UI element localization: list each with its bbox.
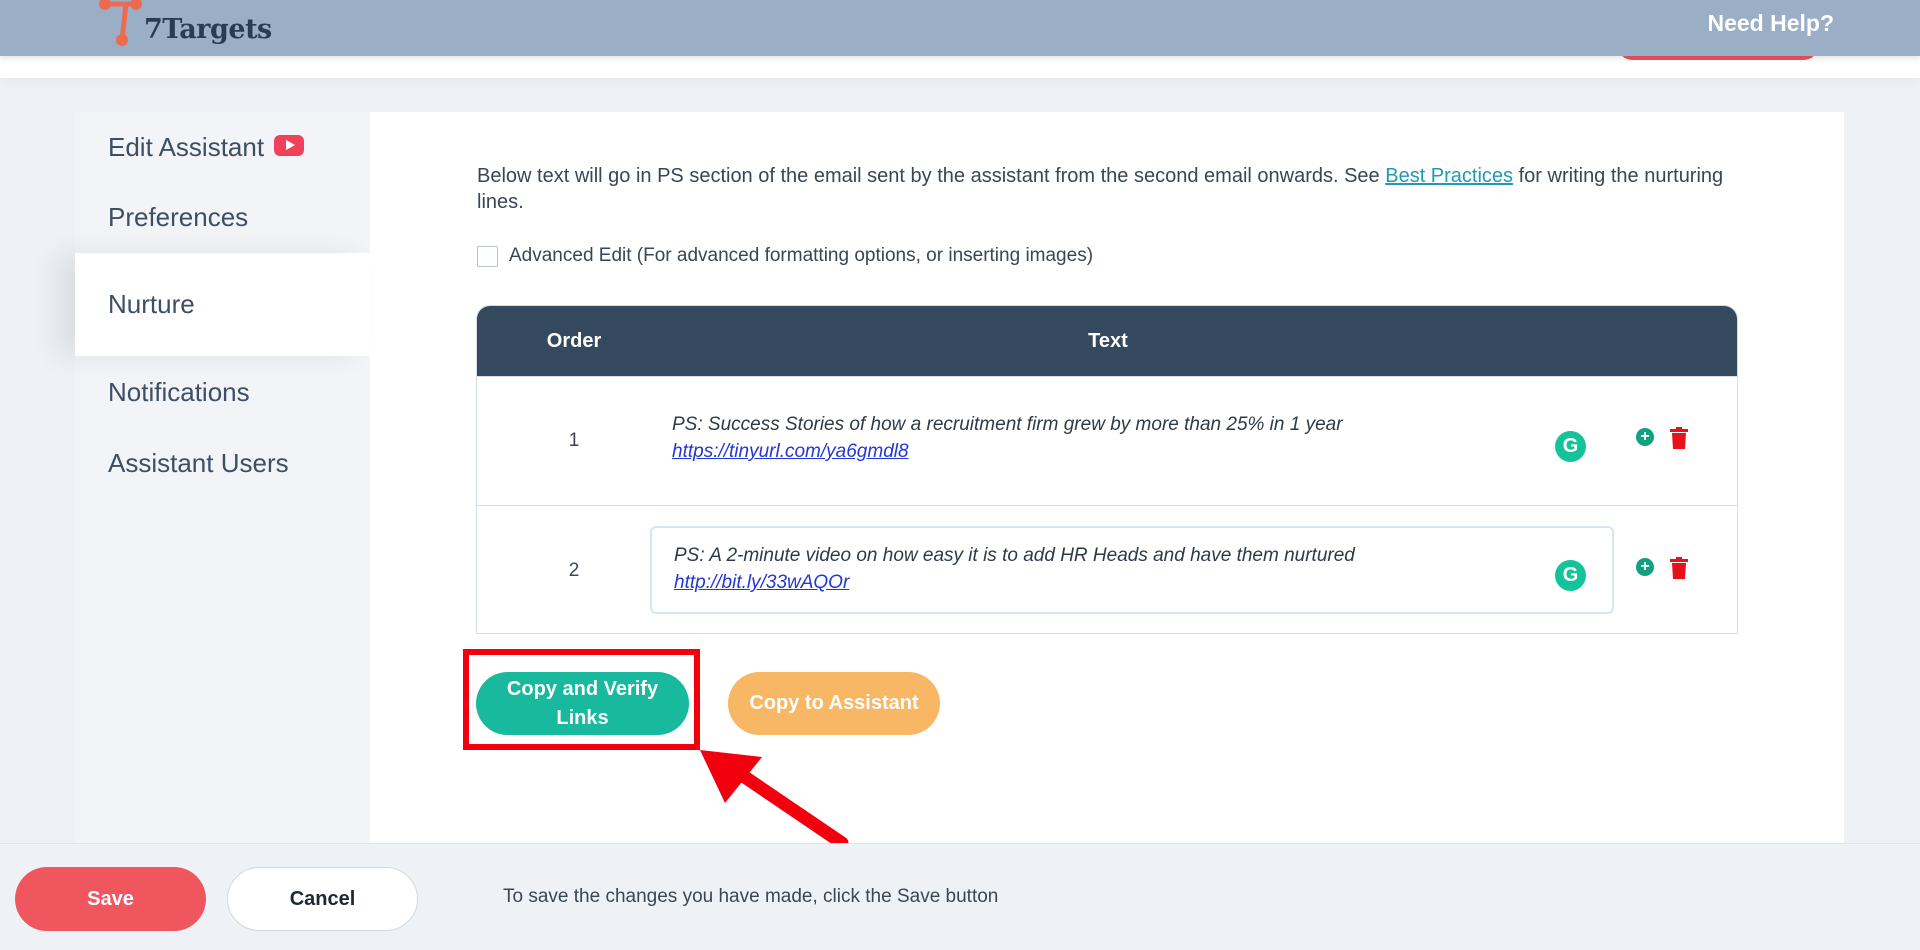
table-row: 1 PS: Success Stories of how a recruitme… bbox=[477, 376, 1737, 505]
sidebar-item-preferences[interactable]: Preferences bbox=[75, 182, 370, 252]
settings-sidebar: Edit Assistant Preferences Nurture Notif… bbox=[75, 112, 370, 852]
annotation-arrow-icon bbox=[700, 750, 849, 850]
grammarly-icon[interactable]: G bbox=[1555, 560, 1586, 591]
logo-text: 7Targets bbox=[144, 14, 272, 45]
column-header-text: Text bbox=[1088, 329, 1128, 352]
column-header-order: Order bbox=[546, 329, 602, 352]
sidebar-item-assistant-users[interactable]: Assistant Users bbox=[75, 428, 370, 498]
advanced-edit-option[interactable]: Advanced Edit (For advanced formatting o… bbox=[477, 245, 1093, 267]
grammarly-icon[interactable]: G bbox=[1555, 431, 1586, 462]
row-text-editor[interactable]: PS: Success Stories of how a recruitment… bbox=[650, 411, 1614, 471]
table-header: Order Text bbox=[477, 306, 1737, 376]
copy-to-assistant-button[interactable]: Copy to Assistant bbox=[728, 672, 940, 735]
advanced-edit-checkbox[interactable] bbox=[477, 245, 498, 267]
sidebar-item-notifications[interactable]: Notifications bbox=[75, 356, 370, 428]
sidebar-item-label: Notifications bbox=[108, 376, 250, 407]
save-button[interactable]: Save bbox=[15, 867, 206, 931]
sidebar-item-label: Edit Assistant bbox=[108, 131, 265, 162]
row-order: 1 bbox=[568, 430, 580, 451]
row-order: 2 bbox=[568, 559, 580, 581]
sidebar-item-edit-assistant[interactable]: Edit Assistant bbox=[75, 112, 370, 182]
sidebar-item-nurture[interactable]: Nurture bbox=[75, 253, 370, 356]
row-text: PS: A 2-minute video on how easy it is t… bbox=[674, 545, 1355, 566]
sidebar-item-label: Nurture bbox=[108, 289, 195, 319]
top-bar: 7Targets Need Help? bbox=[0, 0, 1920, 56]
sidebar-item-label: Assistant Users bbox=[108, 447, 289, 478]
add-row-icon[interactable]: + bbox=[1636, 558, 1654, 576]
delete-icon[interactable] bbox=[1670, 557, 1688, 579]
nurture-table: Order Text 1 PS: Success Stories of how … bbox=[476, 305, 1738, 634]
save-hint: To save the changes you have made, click… bbox=[503, 886, 999, 907]
row-text-editor[interactable]: PS: A 2-minute video on how easy it is t… bbox=[650, 526, 1614, 614]
youtube-icon[interactable] bbox=[274, 134, 305, 156]
footer-bar: Save Cancel To save the changes you have… bbox=[0, 843, 1920, 950]
sidebar-item-label: Preferences bbox=[108, 201, 249, 232]
best-practices-link[interactable]: Best Practices bbox=[1385, 165, 1513, 187]
add-row-icon[interactable]: + bbox=[1636, 428, 1654, 446]
nurture-description: Below text will go in PS section of the … bbox=[477, 165, 1724, 213]
row-link[interactable]: http://bit.ly/33wAQOr bbox=[674, 572, 849, 593]
table-row: 2 PS: A 2-minute video on how easy it is… bbox=[477, 505, 1737, 633]
cancel-button[interactable]: Cancel bbox=[227, 867, 418, 931]
delete-icon[interactable] bbox=[1670, 427, 1688, 449]
copy-and-verify-links-button[interactable]: Copy and Verify Links bbox=[476, 672, 689, 735]
row-link[interactable]: https://tinyurl.com/ya6gmdl8 bbox=[672, 441, 909, 462]
need-help-link[interactable]: Need Help? bbox=[1707, 10, 1834, 37]
row-text: PS: Success Stories of how a recruitment… bbox=[672, 414, 1343, 435]
advanced-edit-label: Advanced Edit (For advanced formatting o… bbox=[509, 245, 1094, 266]
